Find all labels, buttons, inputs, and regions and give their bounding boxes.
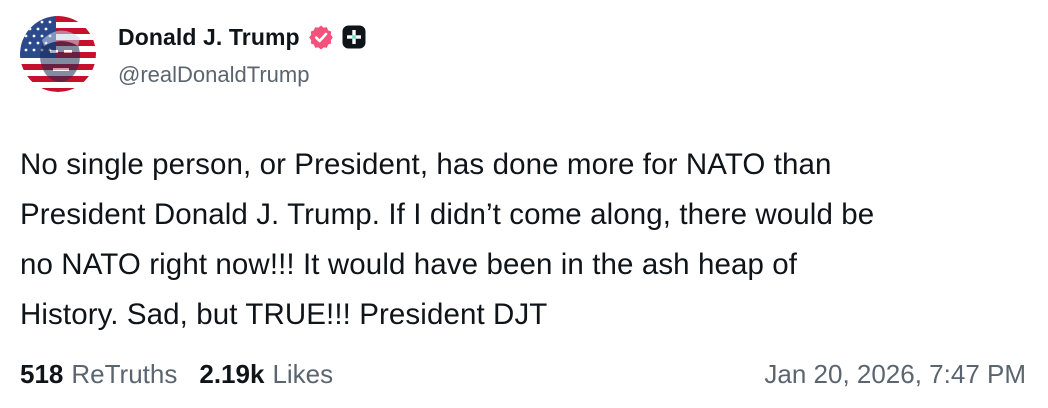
author-name-row: Donald J. Trump: [118, 22, 366, 52]
author-display-name[interactable]: Donald J. Trump: [118, 24, 300, 51]
post-text-line: No single person, or President, has done…: [20, 148, 832, 181]
post-timestamp[interactable]: Jan 20, 2026, 7:47 PM: [764, 359, 1026, 390]
post-text-line: no NATO right now!!! It would have been …: [20, 248, 798, 281]
retruths-label: ReTruths: [71, 358, 178, 389]
author-handle[interactable]: @realDonaldTrump: [118, 62, 309, 88]
flag-portrait-avatar-icon: [20, 16, 96, 92]
likes-stat[interactable]: 2.19k Likes: [199, 359, 333, 390]
post-text-line: President Donald J. Trump. If I didn’t c…: [20, 198, 875, 231]
likes-count: 2.19k: [199, 358, 265, 389]
truth-social-plus-icon: [342, 25, 366, 49]
post-card: Donald J. Trump @realDonaldTrump No sing…: [0, 0, 1048, 408]
likes-label: Likes: [272, 358, 334, 389]
retruths-count: 518: [20, 358, 64, 389]
retruths-stat[interactable]: 518 ReTruths: [20, 359, 177, 390]
post-body: No single person, or President, has done…: [20, 140, 1030, 340]
post-text-line: History. Sad, but TRUE!!! President DJT: [20, 298, 548, 331]
avatar[interactable]: [20, 16, 96, 92]
post-footer: 518 ReTruths 2.19k Likes Jan 20, 2026, 7…: [20, 356, 1026, 392]
verified-badge-icon: [308, 24, 334, 50]
